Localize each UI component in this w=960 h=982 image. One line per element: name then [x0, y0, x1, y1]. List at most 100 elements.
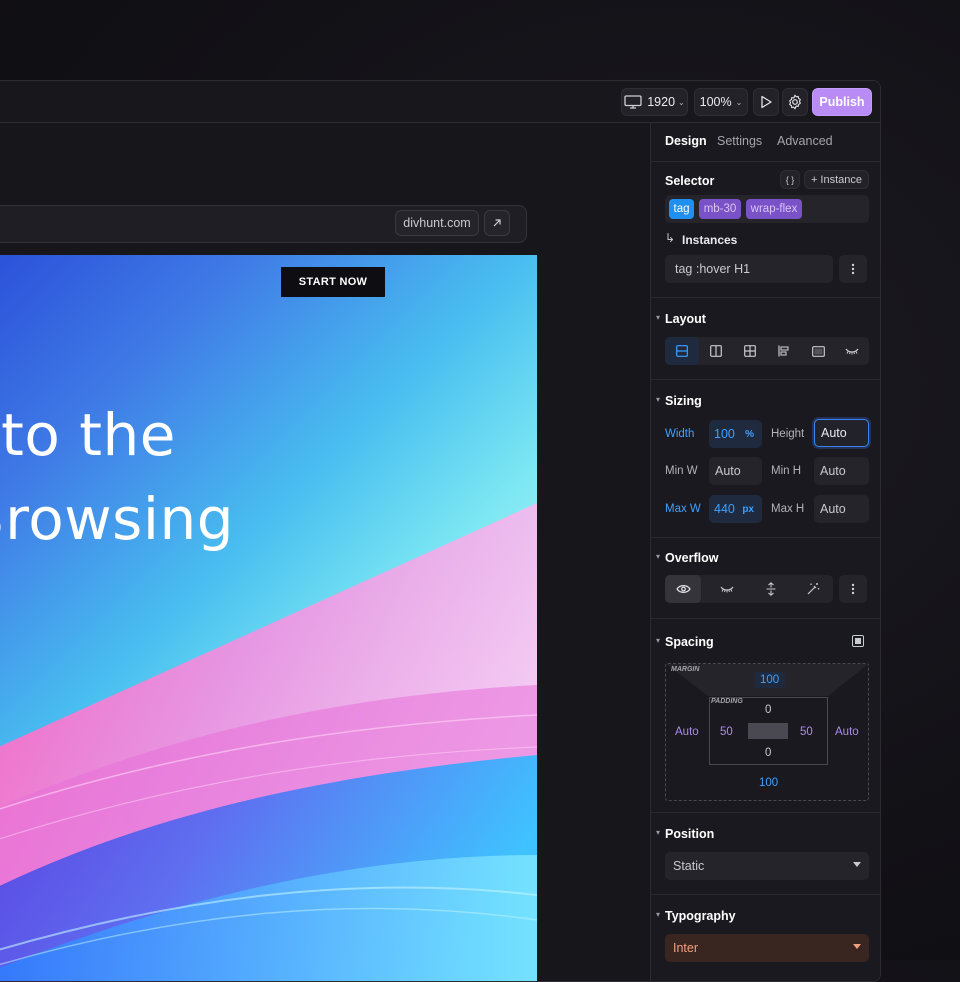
- layout-block-option[interactable]: [665, 337, 699, 365]
- eye-icon: [675, 585, 691, 593]
- layout-title: Layout: [656, 312, 706, 326]
- width-label: Width: [665, 428, 695, 440]
- padding-bottom-value[interactable]: 0: [765, 747, 771, 759]
- margin-top-value[interactable]: 100: [754, 672, 786, 688]
- font-family-value: Inter: [673, 941, 699, 955]
- overflow-more-button[interactable]: [839, 575, 867, 603]
- overflow-auto-option[interactable]: [795, 575, 831, 603]
- scroll-vertical-icon: [766, 582, 776, 596]
- max-height-input[interactable]: Auto: [814, 495, 869, 523]
- layout-align-option[interactable]: [767, 337, 801, 365]
- chevron-down-icon: ⌄: [678, 97, 685, 107]
- spacing-title: Spacing: [656, 635, 714, 649]
- browser-address-bar: divhunt.com: [0, 205, 527, 243]
- open-external-button[interactable]: [484, 210, 510, 236]
- padding-label: PADDING: [711, 698, 743, 705]
- max-width-input[interactable]: 440 px: [709, 495, 762, 523]
- layout-options: [665, 337, 869, 365]
- instance-more-button[interactable]: [839, 255, 867, 283]
- chevron-down-icon: ⌄: [735, 97, 743, 107]
- layout-columns-option[interactable]: [699, 337, 733, 365]
- width-unit[interactable]: %: [745, 429, 754, 440]
- settings-button[interactable]: [782, 88, 808, 116]
- max-width-value: 440: [714, 502, 735, 516]
- min-width-input[interactable]: Auto: [709, 457, 762, 485]
- braces-button[interactable]: { }: [780, 170, 800, 189]
- divider: [651, 812, 880, 813]
- editor-window: 1920 ⌄ 100% ⌄ Publish divhunt.com START …: [0, 80, 881, 982]
- site-preview: START NOW me to the of Browsing: [0, 255, 537, 981]
- selector-chip-wrap-flex[interactable]: wrap-flex: [746, 199, 802, 219]
- spacing-toggle-fill: [855, 638, 861, 644]
- margin-bottom-value[interactable]: 100: [759, 777, 778, 789]
- layout-inline-option[interactable]: [801, 337, 835, 365]
- sizing-title: Sizing: [656, 394, 702, 408]
- panel-tabs: Design Settings Advanced: [651, 123, 880, 162]
- zoom-select[interactable]: 100% ⌄: [694, 88, 748, 116]
- layout-grid-icon: [744, 345, 756, 357]
- tab-advanced[interactable]: Advanced: [777, 134, 833, 148]
- magic-wand-icon: [807, 583, 820, 595]
- max-width-unit[interactable]: px: [742, 504, 754, 515]
- hero-line-1: me to the: [0, 401, 176, 469]
- position-title: Position: [656, 827, 714, 841]
- caret-down-icon: [853, 944, 861, 949]
- resolution-value: 1920: [647, 95, 676, 109]
- layout-columns-icon: [710, 345, 722, 357]
- typography-title: Typography: [656, 909, 736, 923]
- position-select[interactable]: Static: [665, 852, 869, 880]
- padding-top-value[interactable]: 0: [765, 704, 771, 716]
- padding-right-value[interactable]: 50: [800, 726, 813, 738]
- publish-button[interactable]: Publish: [812, 88, 872, 116]
- spacing-box-model: MARGIN 100 Auto Auto 100 PADDING 0 50 50…: [665, 663, 869, 801]
- start-now-button[interactable]: START NOW: [281, 267, 385, 297]
- padding-left-value[interactable]: 50: [720, 726, 733, 738]
- caret-down-icon: [853, 862, 861, 867]
- position-value: Static: [673, 859, 705, 873]
- layout-hidden-option[interactable]: [835, 337, 869, 365]
- top-toolbar: 1920 ⌄ 100% ⌄ Publish: [0, 81, 880, 123]
- max-width-label: Max W: [665, 503, 701, 515]
- gear-icon: [789, 94, 801, 110]
- layout-grid-option[interactable]: [733, 337, 767, 365]
- breakpoint-select[interactable]: 1920 ⌄: [621, 88, 688, 116]
- min-width-label: Min W: [665, 465, 698, 477]
- max-height-label: Max H: [771, 503, 805, 515]
- margin-left-value[interactable]: Auto: [675, 726, 699, 738]
- selector-chip-tag[interactable]: tag: [669, 199, 694, 219]
- overflow-scroll-option[interactable]: [753, 575, 789, 603]
- more-vertical-icon: [851, 263, 855, 275]
- add-instance-button[interactable]: + Instance: [804, 170, 869, 189]
- eye-off-icon: [720, 586, 734, 593]
- hero-heading: me to the of Browsing: [0, 393, 529, 561]
- tab-settings[interactable]: Settings: [717, 134, 762, 148]
- eye-off-icon: [845, 348, 859, 355]
- overflow-visible-option[interactable]: [665, 575, 701, 603]
- divider: [651, 894, 880, 895]
- preview-button[interactable]: [753, 88, 779, 116]
- margin-right-value[interactable]: Auto: [835, 726, 859, 738]
- height-input[interactable]: Auto: [814, 419, 869, 447]
- instance-select[interactable]: tag :hover H1: [665, 255, 833, 283]
- canvas-area: divhunt.com START NOW to the rowsing: [0, 123, 649, 981]
- overflow-title: Overflow: [656, 551, 718, 565]
- divider: [651, 297, 880, 298]
- min-height-input[interactable]: Auto: [814, 457, 869, 485]
- desktop-icon: [624, 95, 642, 109]
- play-icon: [761, 95, 772, 109]
- selector-chips-field[interactable]: tag mb-30 wrap-flex: [665, 195, 869, 223]
- layout-inline-icon: [811, 345, 825, 357]
- width-input[interactable]: 100 %: [709, 420, 762, 448]
- spacing-toggle[interactable]: [852, 635, 864, 647]
- divider: [651, 379, 880, 380]
- tab-design[interactable]: Design: [665, 134, 707, 148]
- width-value: 100: [714, 427, 735, 441]
- overflow-hidden-option[interactable]: [709, 575, 745, 603]
- instances-title: Instances: [682, 233, 738, 247]
- arrow-return-icon: ↳: [665, 231, 676, 245]
- font-family-select[interactable]: Inter: [665, 934, 869, 962]
- selector-chip-mb30[interactable]: mb-30: [699, 199, 741, 219]
- domain-chip[interactable]: divhunt.com: [395, 210, 479, 236]
- content-box: [748, 723, 788, 739]
- hero-line-2: of Browsing: [0, 485, 235, 553]
